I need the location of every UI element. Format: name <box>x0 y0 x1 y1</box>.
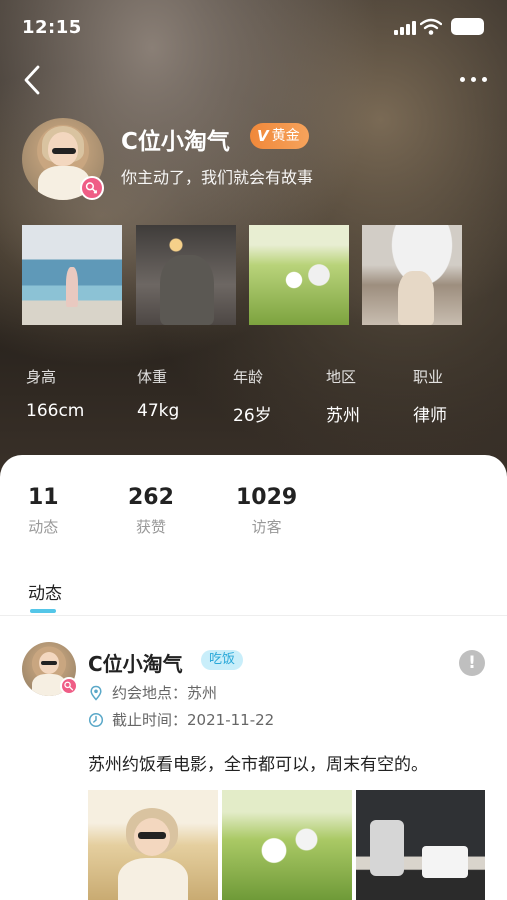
info-value: 苏州 <box>326 406 360 426</box>
info-region: 地区 苏州 <box>326 366 360 426</box>
vip-badge: V 黄金 <box>250 123 309 149</box>
location-label: 约会地点： <box>112 684 188 702</box>
stat-label: 动态 <box>28 518 59 536</box>
post-text: 苏州约饭看电影，全市都可以，周末有空的。 <box>88 755 428 775</box>
profile-photo-1[interactable] <box>22 225 122 325</box>
info-label: 职业 <box>413 368 444 386</box>
back-arrow-icon[interactable] <box>16 62 52 98</box>
info-value: 律师 <box>413 406 447 426</box>
stat-visitors[interactable]: 1029 访客 <box>236 485 297 537</box>
exclamation-icon[interactable]: ! <box>459 650 485 676</box>
info-job: 职业 律师 <box>413 366 447 426</box>
location-value: 苏州 <box>187 684 218 702</box>
more-dots-icon[interactable] <box>456 66 492 94</box>
info-age: 年龄 26岁 <box>233 366 272 426</box>
deadline-label: 截止时间： <box>112 711 188 729</box>
location-pin-icon <box>90 685 102 701</box>
profile-photo-2[interactable] <box>136 225 236 325</box>
stat-label: 访客 <box>251 518 282 536</box>
stat-likes[interactable]: 262 获赞 <box>128 485 174 537</box>
stat-number: 262 <box>128 485 174 510</box>
female-icon <box>80 176 104 200</box>
info-weight: 体重 47kg <box>137 366 179 421</box>
info-label: 体重 <box>137 368 168 386</box>
post-image-2[interactable] <box>222 790 352 900</box>
tab-posts[interactable]: 动态 <box>28 579 62 604</box>
post-image-3[interactable] <box>356 790 485 900</box>
profile-name: C位小淘气 <box>121 129 230 155</box>
tab-indicator <box>30 609 56 613</box>
info-value: 166cm <box>26 401 85 421</box>
divider <box>0 615 507 616</box>
profile-photo-4[interactable] <box>362 225 462 325</box>
signal-icon <box>394 21 418 35</box>
info-label: 身高 <box>26 368 57 386</box>
post-location: 约会地点： 苏州 <box>88 682 217 703</box>
profile-signature: 你主动了，我们就会有故事 <box>121 168 314 187</box>
vip-mark: V <box>257 127 269 145</box>
info-label: 地区 <box>326 368 357 386</box>
female-icon <box>60 677 78 695</box>
info-label: 年龄 <box>233 368 264 386</box>
profile-photo-3[interactable] <box>249 225 349 325</box>
post-category-tag: 吃饭 <box>201 650 244 670</box>
info-value: 26岁 <box>233 406 272 426</box>
deadline-value: 2021-11-22 <box>187 710 275 729</box>
stat-label: 获赞 <box>135 518 166 536</box>
post-author-name: C位小淘气 <box>88 652 183 676</box>
stat-number: 1029 <box>236 485 298 510</box>
stat-posts[interactable]: 11 动态 <box>28 485 59 537</box>
profile-content-sheet: 11 动态 262 获赞 1029 访客 动态 C位小淘气 吃饭 ! 约会地点：… <box>0 455 507 900</box>
status-time: 12:15 <box>22 17 82 38</box>
battery-icon <box>451 18 484 35</box>
info-value: 47kg <box>137 401 180 421</box>
vip-label: 黄金 <box>271 128 300 144</box>
info-height: 身高 166cm <box>26 366 84 421</box>
post-deadline: 截止时间： 2021-11-22 <box>88 709 274 730</box>
post-image-1[interactable] <box>88 790 218 900</box>
stat-number: 11 <box>28 485 59 510</box>
clock-icon <box>88 712 104 727</box>
wifi-icon <box>420 18 442 35</box>
status-bar: 12:15 <box>0 0 507 56</box>
